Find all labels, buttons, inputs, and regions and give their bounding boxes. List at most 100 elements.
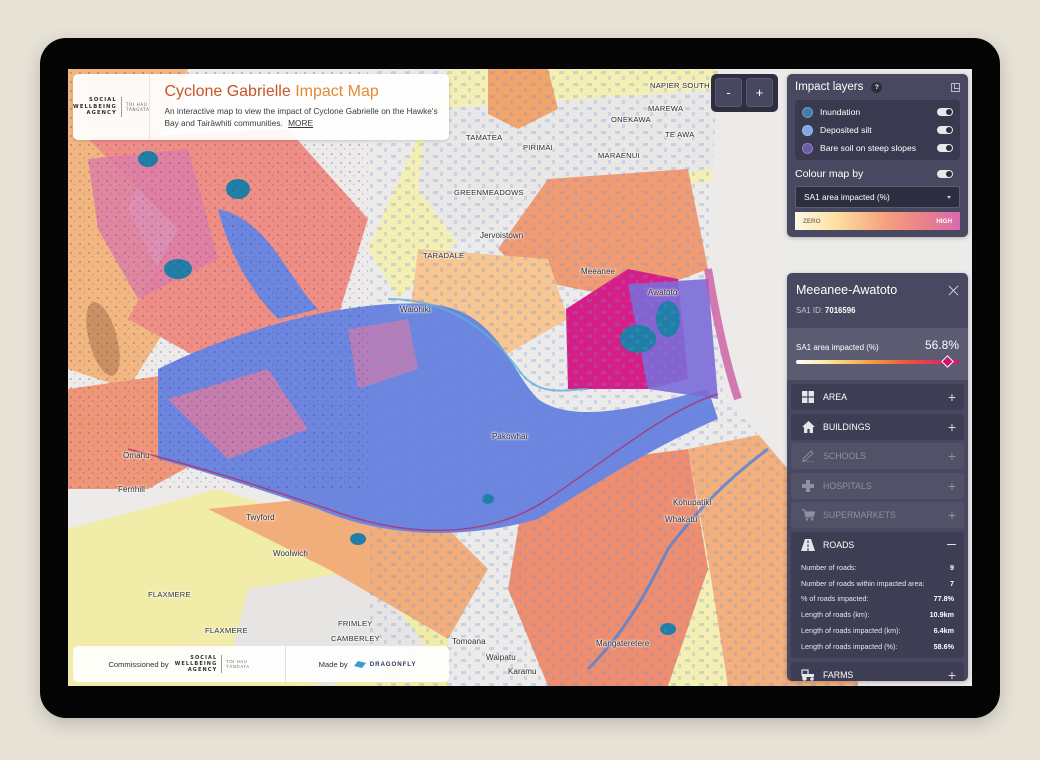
stat-label: % of roads impacted: — [801, 594, 869, 604]
expand-icon[interactable]: + — [948, 448, 956, 464]
stat-label: Length of roads impacted (%): — [801, 641, 898, 651]
page-description: An interactive map to view the impact of… — [164, 106, 439, 129]
section-label: FARMS — [823, 669, 854, 680]
expand-icon[interactable]: + — [948, 389, 956, 405]
stat-value: 6.4km — [933, 626, 954, 636]
place-label: Woolwich — [273, 549, 308, 558]
collapse-panel-icon[interactable] — [951, 82, 960, 92]
place-label: Waiohiki — [400, 305, 431, 314]
scale-high-label: HIGH — [936, 217, 952, 225]
section-label: SCHOOLS — [823, 451, 867, 461]
layer-label: Deposited silt — [820, 125, 872, 135]
title-part-1: Cyclone Gabrielle — [164, 83, 291, 100]
layer-row-deposited-silt: Deposited silt — [802, 121, 953, 139]
sa1-id: SA1 ID: 7016596 — [796, 306, 959, 315]
stat-row: Length of roads impacted (%): 58.6% — [801, 638, 954, 654]
help-icon[interactable]: ? — [871, 81, 883, 93]
made-by-label: Made by — [318, 659, 348, 669]
map-screen[interactable]: NAPIER SOUTH MAREWA ONEKAWA TE AWA TAMATEA PI… — [68, 69, 972, 686]
stat-value: 9 — [950, 562, 954, 572]
colour-map-label: Colour map by — [795, 167, 864, 180]
expand-icon[interactable]: + — [948, 419, 956, 435]
section-roads[interactable]: ROADS — [791, 531, 964, 558]
title-part-2: Impact Map — [295, 83, 379, 100]
cart-icon — [801, 509, 815, 521]
more-link[interactable]: MORE — [288, 118, 313, 128]
colour-map-select[interactable]: SA1 area impacted (%) — [795, 186, 960, 208]
tractor-icon — [801, 669, 815, 681]
layer-row-inundation: Inundation — [802, 103, 953, 121]
place-label: CAMBERLEY — [331, 634, 380, 643]
place-label: NAPIER SOUTH — [650, 81, 710, 90]
section-farms[interactable]: FARMS + — [791, 661, 964, 681]
metric-gradient-bar — [796, 355, 959, 368]
section-supermarkets[interactable]: SUPERMARKETS + — [791, 502, 964, 528]
collapse-icon[interactable] — [947, 543, 956, 546]
stat-value: 58.6% — [933, 641, 954, 651]
expand-icon[interactable]: + — [948, 667, 956, 681]
section-buildings[interactable]: BUILDINGS + — [791, 413, 964, 440]
stat-label: Number of roads within impacted area: — [801, 578, 925, 588]
house-icon — [801, 420, 815, 433]
stat-row: Number of roads within impacted area: 7 — [801, 575, 954, 591]
logo-maori-line: TĀNGATA — [226, 664, 250, 669]
deposited-silt-toggle[interactable] — [937, 126, 953, 134]
place-label: Jervoistown — [480, 231, 524, 240]
sa1-id-label: SA1 ID: — [796, 306, 823, 315]
place-label: Pakowhai — [492, 432, 528, 441]
place-label: TAMATEA — [466, 133, 503, 142]
close-icon[interactable] — [948, 285, 959, 296]
place-label: Omahu — [123, 451, 150, 460]
roads-stats: Number of roads: 9 Number of roads within… — [791, 557, 964, 659]
expand-icon[interactable]: + — [948, 507, 956, 523]
section-area[interactable]: AREA + — [791, 384, 964, 410]
stat-value: 10.9km — [929, 610, 954, 620]
stat-value: 77.8% — [933, 594, 954, 604]
bare-soil-toggle[interactable] — [937, 144, 953, 152]
zoom-in-button[interactable]: + — [746, 78, 773, 107]
colour-map-row: Colour map by — [795, 166, 960, 181]
place-label: Kohupatiki — [673, 498, 712, 507]
expand-icon[interactable]: + — [948, 478, 956, 494]
section-label: ROADS — [823, 539, 855, 550]
layer-color-swatch — [802, 142, 813, 154]
cross-icon — [801, 479, 815, 492]
section-hospitals[interactable]: HOSPITALS + — [791, 472, 964, 499]
pencil-icon — [801, 450, 815, 462]
layer-color-swatch — [802, 106, 813, 118]
layer-row-bare-soil: Bare soil on steep slopes — [802, 139, 953, 157]
zoom-controls: - + — [711, 74, 778, 112]
inundation-toggle[interactable] — [937, 108, 953, 116]
logo-line: AGENCY — [86, 110, 117, 117]
place-label: FRIMLEY — [338, 619, 373, 628]
place-label: FLAXMERE — [148, 590, 191, 599]
zoom-out-button[interactable]: - — [715, 78, 742, 107]
swa-logo: SOCIAL WELLBEING AGENCY TOI HAU TĀNGATA — [73, 74, 151, 140]
impact-layers-panel: Impact layers ? Inundation Deposited sil… — [787, 74, 968, 237]
place-label: Whakatu — [665, 515, 698, 524]
stat-row: Length of roads (km): 10.9km — [801, 607, 954, 623]
place-label: FLAXMERE — [205, 626, 248, 635]
metric-value: 56.8% — [924, 338, 959, 352]
maker-name: DRAGONFLY — [369, 660, 417, 668]
impact-metric: SA1 area impacted (%) 56.8% — [787, 328, 968, 380]
metric-label: SA1 area impacted (%) — [796, 343, 879, 352]
place-label: Tomoana — [452, 637, 486, 646]
place-label: Karamu — [508, 667, 537, 676]
section-schools[interactable]: SCHOOLS + — [791, 443, 964, 469]
place-label: MARAENUI — [598, 151, 640, 160]
place-label: MAREWA — [648, 104, 684, 113]
stat-row: Number of roads: 9 — [801, 560, 954, 576]
inundation-area — [350, 533, 366, 545]
place-label: Waipatu — [486, 653, 516, 662]
colour-scale-legend: ZERO HIGH — [795, 212, 960, 230]
colour-map-toggle[interactable] — [937, 169, 953, 178]
dragonfly-logo[interactable]: DRAGONFLY — [353, 660, 417, 668]
dragonfly-icon — [353, 660, 366, 668]
layer-list: Inundation Deposited silt Bare soil on s… — [795, 100, 960, 160]
section-label: AREA — [823, 392, 847, 402]
place-label: Mangateretere — [596, 639, 650, 648]
place-label: TARADALE — [423, 251, 465, 260]
commissioned-by-label: Commissioned by — [108, 659, 169, 669]
stat-row: Length of roads impacted (km): 6.4km — [801, 623, 954, 639]
